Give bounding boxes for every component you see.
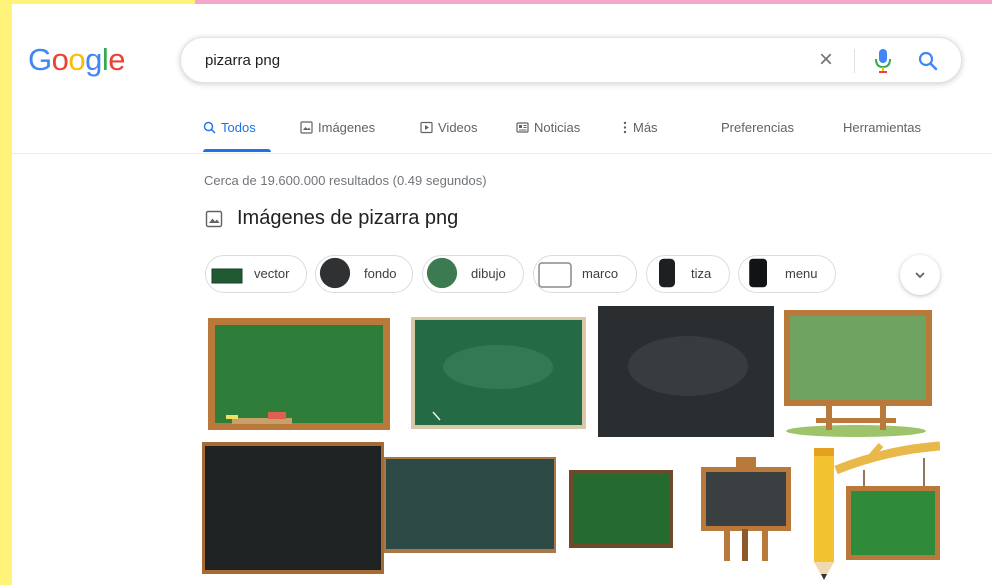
chip-thumbnail xyxy=(659,258,675,288)
chip-label: marco xyxy=(582,266,619,281)
image-result-green-chalkboard-chalky[interactable] xyxy=(408,312,588,435)
chip-label: fondo xyxy=(364,266,397,281)
related-chips: vector fondo dibujo marco tiza menu xyxy=(205,255,965,295)
image-result-black-chalkboard[interactable] xyxy=(598,306,774,437)
chip-fondo[interactable]: fondo xyxy=(315,255,413,293)
image-result-easel-chalkboard[interactable] xyxy=(696,455,796,565)
logo-letter: o xyxy=(68,42,86,77)
chip-thumbnail xyxy=(319,257,351,289)
tab-todos[interactable]: Todos xyxy=(203,120,256,135)
tab-label: Imágenes xyxy=(318,120,376,135)
search-icon[interactable] xyxy=(917,50,939,72)
tab-label: Videos xyxy=(438,120,478,135)
tab-label: Herramientas xyxy=(843,120,922,135)
chip-label: tiza xyxy=(691,266,712,281)
tab-mas[interactable]: Más xyxy=(622,120,658,135)
images-heading-text: Imágenes de pizarra png xyxy=(237,207,459,229)
frame-left-border xyxy=(0,0,12,585)
result-stats: Cerca de 19.600.000 resultados (0.49 seg… xyxy=(204,173,487,188)
image-result-black-board-wood[interactable] xyxy=(202,440,384,580)
tab-imagenes[interactable]: Imágenes xyxy=(300,120,375,135)
tab-label: Preferencias xyxy=(721,120,794,135)
google-logo[interactable]: Google xyxy=(28,42,126,78)
image-result-green-chalkboard[interactable] xyxy=(202,308,394,436)
chip-label: menu xyxy=(785,266,818,281)
frame-top-left-border xyxy=(0,0,195,4)
logo-letter: G xyxy=(28,42,52,77)
more-vertical-icon xyxy=(623,121,627,134)
chip-thumbnail xyxy=(211,268,243,284)
chip-thumbnail xyxy=(426,257,458,289)
tab-label: Más xyxy=(633,120,658,135)
tab-preferencias[interactable]: Preferencias xyxy=(721,120,794,135)
chip-menu[interactable]: menu xyxy=(738,255,836,293)
search-box[interactable]: pizarra png × xyxy=(180,37,962,83)
image-result-small-green-board[interactable] xyxy=(566,467,676,551)
header-divider xyxy=(12,153,992,154)
tab-label: Todos xyxy=(221,120,256,135)
chip-label: vector xyxy=(254,266,290,281)
search-separator xyxy=(854,49,855,73)
chip-thumbnail xyxy=(538,262,572,288)
image-result-pencil-hanging-board[interactable] xyxy=(806,440,940,582)
search-icon xyxy=(203,121,216,134)
chip-tiza[interactable]: tiza xyxy=(646,255,730,293)
news-icon xyxy=(516,122,529,133)
image-result-dark-green-board[interactable] xyxy=(384,455,556,557)
logo-letter: o xyxy=(51,42,69,77)
chip-dibujo[interactable]: dibujo xyxy=(422,255,524,293)
search-tabs: Todos Imágenes Videos Noticias Más Prefe… xyxy=(203,114,963,154)
chevron-down-icon xyxy=(915,272,925,279)
chip-label: dibujo xyxy=(471,266,506,281)
tab-herramientas[interactable]: Herramientas xyxy=(843,120,921,135)
search-input[interactable]: pizarra png xyxy=(205,52,280,69)
chips-expand-button[interactable] xyxy=(900,255,940,295)
chip-thumbnail xyxy=(749,258,767,288)
chip-vector[interactable]: vector xyxy=(205,255,307,293)
images-section-heading[interactable]: Imágenes de pizarra png xyxy=(205,207,458,230)
clear-icon[interactable]: × xyxy=(819,47,833,73)
video-icon xyxy=(420,121,433,134)
chip-marco[interactable]: marco xyxy=(533,255,637,293)
image-icon xyxy=(205,210,223,227)
tab-label: Noticias xyxy=(534,120,581,135)
logo-letter: g xyxy=(85,42,102,77)
tab-videos[interactable]: Videos xyxy=(420,120,478,135)
image-result-green-board-easel[interactable] xyxy=(776,306,938,437)
image-icon xyxy=(300,121,313,134)
active-tab-indicator xyxy=(203,149,271,152)
tab-noticias[interactable]: Noticias xyxy=(516,120,580,135)
microphone-icon[interactable] xyxy=(873,48,893,74)
logo-letter: e xyxy=(108,42,126,77)
